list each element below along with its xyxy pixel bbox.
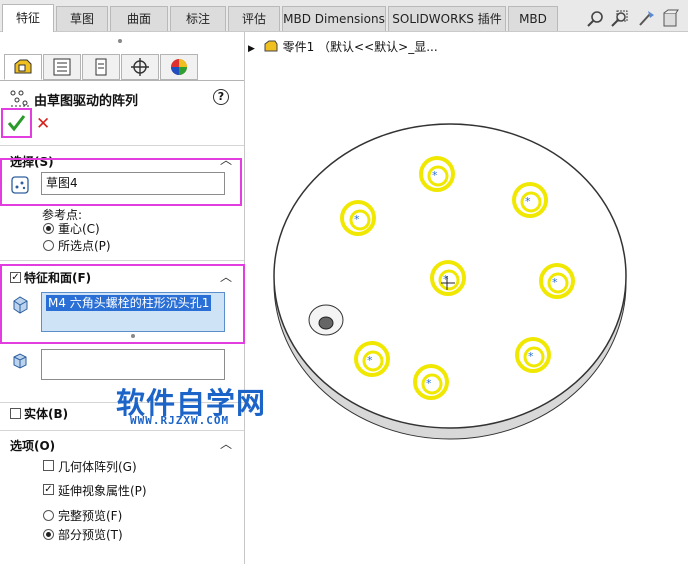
check-icon bbox=[7, 115, 26, 132]
graphics-viewport[interactable]: * * * * * * * * bbox=[246, 60, 688, 564]
radio-centroid-label: 重心(C) bbox=[58, 222, 100, 236]
cancel-button[interactable]: ✕ bbox=[36, 114, 50, 134]
features-section-header[interactable]: 特征和面(F) bbox=[24, 269, 91, 286]
section-divider bbox=[0, 430, 244, 431]
configuration-icon bbox=[95, 58, 107, 76]
ok-button[interactable] bbox=[1, 108, 32, 138]
zoom-area-icon[interactable] bbox=[610, 9, 630, 29]
panel-grip[interactable] bbox=[118, 39, 122, 43]
options-section-header[interactable]: 选项(O) bbox=[10, 437, 55, 454]
feature-list-item[interactable]: M4 六角头螺栓的柱形沉头孔1 bbox=[46, 295, 212, 311]
faces-list[interactable] bbox=[41, 349, 225, 380]
property-manager-panel: 由草图驱动的阵列 ? ✕ 选择(S) ︿ 草图4 参考点: 重心(C) 所选点(… bbox=[0, 32, 245, 564]
radio-selected-point[interactable] bbox=[43, 240, 54, 251]
reference-sketch-field[interactable]: 草图4 bbox=[41, 172, 225, 195]
tab-evaluate[interactable]: 评估 bbox=[228, 6, 280, 31]
part-name: 零件1 （默认<<默认>_显... bbox=[282, 40, 438, 54]
appearance-icon bbox=[171, 59, 187, 75]
list-resize-grip[interactable] bbox=[131, 334, 135, 338]
face-select-icon bbox=[13, 353, 27, 369]
tab-feature-manager[interactable] bbox=[4, 54, 42, 80]
bodies-section-header[interactable]: 实体(B) bbox=[24, 405, 68, 422]
geometry-pattern-checkbox[interactable] bbox=[43, 460, 54, 471]
watermark-url: WWW.RJZXW.COM bbox=[130, 414, 230, 427]
propagate-visual-checkbox[interactable]: ✓ bbox=[43, 484, 54, 495]
partial-preview-label: 部分预览(T) bbox=[58, 528, 123, 542]
svg-text:*: * bbox=[528, 350, 534, 363]
feature-select-icon bbox=[13, 296, 28, 314]
section-divider bbox=[0, 260, 244, 261]
sketch-select-icon bbox=[11, 176, 29, 194]
radio-selected-point-label: 所选点(P) bbox=[58, 239, 111, 253]
svg-text:*: * bbox=[426, 377, 432, 390]
radio-centroid[interactable] bbox=[43, 223, 54, 234]
tab-display-manager[interactable] bbox=[160, 54, 198, 80]
geometry-pattern-label: 几何体阵列(G) bbox=[58, 460, 137, 474]
tab-surfaces[interactable]: 曲面 bbox=[110, 6, 168, 31]
tab-mbd[interactable]: MBD bbox=[508, 6, 558, 31]
feature-tree-icon bbox=[14, 59, 32, 74]
tab-solidworks-addins[interactable]: SOLIDWORKS 插件 bbox=[388, 6, 506, 31]
expand-arrow-icon[interactable]: ▶ bbox=[248, 44, 255, 54]
sketch-driven-pattern-icon bbox=[10, 90, 29, 107]
existing-counterbore-hole[interactable] bbox=[308, 304, 344, 336]
tab-mbd-dimensions[interactable]: MBD Dimensions bbox=[282, 6, 386, 31]
svg-text:*: * bbox=[443, 273, 449, 286]
svg-text:*: * bbox=[354, 213, 360, 226]
tab-features[interactable]: 特征 bbox=[2, 4, 54, 32]
previous-view-icon[interactable] bbox=[636, 9, 656, 29]
property-list-icon bbox=[53, 58, 71, 76]
collapse-chevron-icon[interactable]: ︿ bbox=[220, 268, 232, 285]
full-preview-label: 完整预览(F) bbox=[58, 509, 123, 523]
radio-full-preview[interactable] bbox=[43, 510, 54, 521]
tab-configuration-manager[interactable] bbox=[82, 54, 120, 80]
tab-sketch[interactable]: 草图 bbox=[56, 6, 108, 31]
propagate-visual-label: 延伸视象属性(P) bbox=[58, 484, 147, 498]
features-list[interactable]: M4 六角头螺栓的柱形沉头孔1 bbox=[41, 292, 225, 332]
tab-property-manager[interactable] bbox=[43, 54, 81, 80]
svg-text:*: * bbox=[525, 195, 531, 208]
tab-dimxpert-manager[interactable] bbox=[121, 54, 159, 80]
section-divider bbox=[0, 145, 244, 146]
section-view-icon[interactable] bbox=[660, 9, 680, 29]
panel-title: 由草图驱动的阵列 bbox=[34, 94, 139, 109]
bodies-checkbox[interactable] bbox=[10, 408, 21, 419]
radio-partial-preview[interactable] bbox=[43, 529, 54, 540]
feature-tree-flyout[interactable]: ▶ 零件1 （默认<<默认>_显... bbox=[248, 38, 438, 55]
tab-markup[interactable]: 标注 bbox=[170, 6, 226, 31]
svg-text:*: * bbox=[432, 169, 438, 182]
help-button[interactable]: ? bbox=[213, 89, 229, 105]
crosshair-icon bbox=[131, 58, 149, 76]
svg-text:*: * bbox=[552, 276, 558, 289]
features-faces-checkbox[interactable]: ✓ bbox=[10, 272, 21, 283]
collapse-chevron-icon[interactable]: ︿ bbox=[220, 435, 232, 452]
svg-text:*: * bbox=[367, 354, 373, 367]
part-icon bbox=[264, 40, 278, 52]
zoom-to-fit-icon[interactable] bbox=[586, 9, 606, 29]
panel-tab-divider bbox=[0, 80, 244, 81]
command-manager-tabs: 特征 草图 曲面 标注 评估 MBD Dimensions SOLIDWORKS… bbox=[0, 0, 688, 32]
